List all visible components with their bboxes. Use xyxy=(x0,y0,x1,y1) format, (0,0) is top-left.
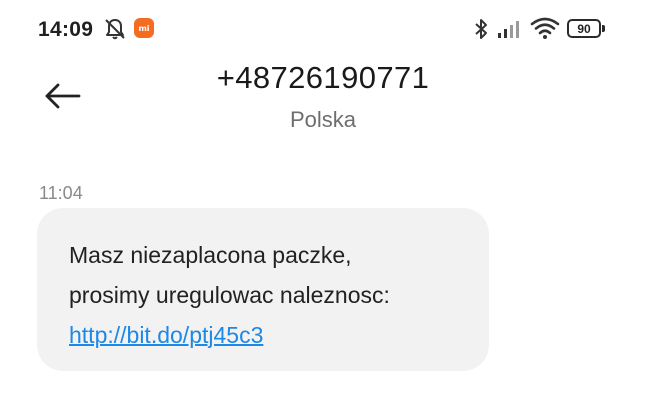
mi-app-icon: mi xyxy=(134,18,154,38)
status-bar: 14:09 mi 90 xyxy=(0,0,646,58)
battery-body: 90 xyxy=(567,19,601,38)
notifications-off-icon xyxy=(105,19,125,40)
contact-number: +48726190771 xyxy=(216,60,430,95)
contact-country: Polska xyxy=(289,107,357,132)
mi-icon-label: mi xyxy=(138,23,150,33)
status-clock: 14:09 xyxy=(38,18,94,41)
message-link[interactable]: http://bit.do/ptj45c3 xyxy=(69,315,263,355)
message-bubble[interactable]: Masz niezaplacona paczke, prosimy uregul… xyxy=(37,208,489,371)
battery-level: 90 xyxy=(577,21,591,36)
message-text-line: Masz niezaplacona paczke, xyxy=(69,242,352,268)
battery-tip xyxy=(602,25,605,32)
message-text-line: prosimy uregulowac naleznosc: xyxy=(69,282,390,308)
signal-icon xyxy=(498,21,519,38)
wifi-icon xyxy=(530,17,560,39)
message-timestamp: 11:04 xyxy=(39,183,83,203)
battery-icon: 90 xyxy=(567,19,605,38)
bluetooth-icon xyxy=(475,19,487,39)
